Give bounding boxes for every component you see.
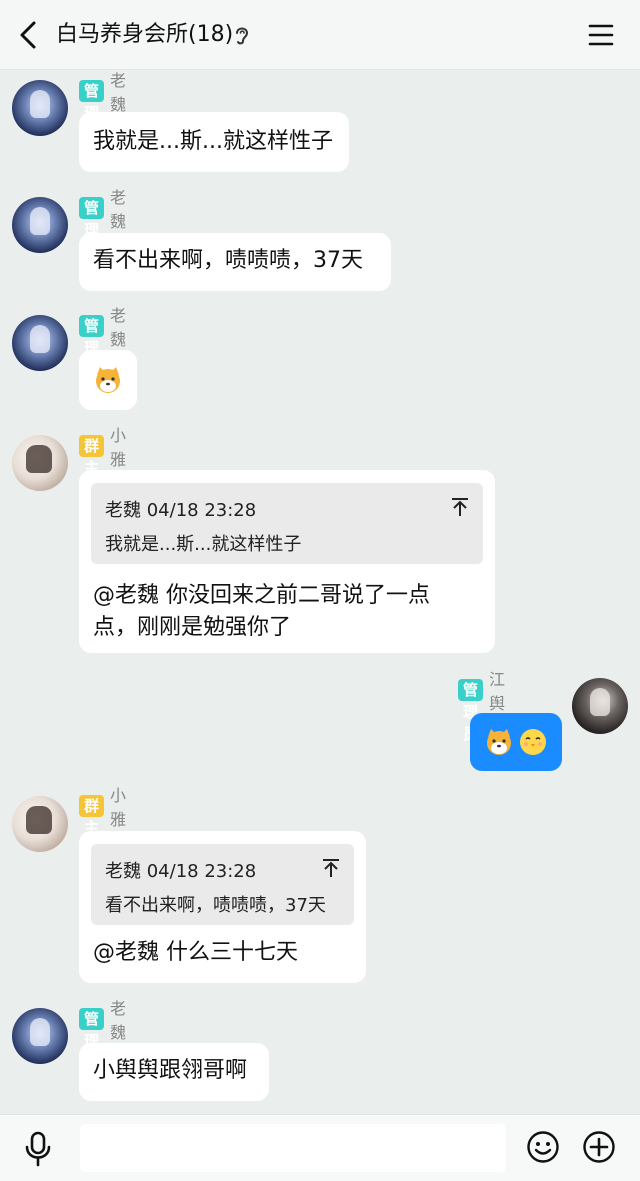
message-bubble[interactable]: 小舆舆跟翎哥啊 xyxy=(79,1043,269,1101)
chick-emoji-icon xyxy=(520,729,546,755)
avatar[interactable] xyxy=(12,796,68,852)
avatar[interactable] xyxy=(12,1008,68,1064)
jump-to-original-icon[interactable] xyxy=(451,497,469,517)
owner-badge: 群主 xyxy=(79,435,105,477)
jump-to-original-icon[interactable] xyxy=(322,858,340,878)
sender-row: 管理员 老魏 xyxy=(79,71,126,144)
avatar[interactable] xyxy=(12,80,68,136)
quote-text: 看不出来啊，啧啧啧，37天 xyxy=(105,895,326,916)
admin-badge: 管理员 xyxy=(79,1008,105,1072)
sender-name[interactable]: 老魏 xyxy=(110,995,126,1043)
sender-row: 群主 小雅 xyxy=(79,786,126,837)
sender-row: 管理员 老魏 xyxy=(79,999,126,1072)
message-bubble[interactable] xyxy=(79,350,137,410)
quote-header: 老魏 04/18 23:28 xyxy=(105,500,257,521)
sender-row: 管理员 老魏 xyxy=(79,188,126,261)
message-text: 小舆舆跟翎哥啊 xyxy=(93,1058,248,1083)
menu-icon[interactable] xyxy=(588,22,614,48)
sender-name[interactable]: 江舆 xyxy=(489,666,505,714)
message-line: 点，刚刚是勉强你了 xyxy=(93,615,292,640)
group-title[interactable]: 白马养身会所(18) xyxy=(56,18,233,52)
message-line: @老魏 你没回来之前二哥说了一点 xyxy=(93,583,430,608)
message-line: @老魏 什么三十七天 xyxy=(93,940,298,965)
avatar[interactable] xyxy=(12,197,68,253)
message-bubble[interactable]: 老魏 04/18 23:28 看不出来啊，啧啧啧，37天 @老魏 什么三十七天 xyxy=(79,831,366,983)
quoted-message[interactable]: 老魏 04/18 23:28 我就是...斯...就这样性子 xyxy=(91,483,483,564)
admin-badge: 管理员 xyxy=(458,679,484,743)
microphone-icon[interactable] xyxy=(22,1131,54,1167)
message-text: 看不出来啊，啧啧啧，37天 xyxy=(93,248,363,273)
avatar[interactable] xyxy=(12,435,68,491)
message-text: 我就是...斯...就这样性子 xyxy=(93,129,333,154)
message-bubble[interactable]: 我就是...斯...就这样性子 xyxy=(79,112,349,172)
message-input[interactable] xyxy=(80,1124,506,1172)
message-bubble[interactable] xyxy=(470,713,562,771)
sender-name[interactable]: 老魏 xyxy=(110,302,126,350)
sender-name[interactable]: 小雅 xyxy=(110,782,126,830)
admin-badge: 管理员 xyxy=(79,315,105,379)
sender-row: 管理员 老魏 xyxy=(79,306,126,379)
admin-badge: 管理员 xyxy=(79,80,105,144)
plus-circle-icon[interactable] xyxy=(582,1130,616,1164)
message-bubble[interactable]: 老魏 04/18 23:28 我就是...斯...就这样性子 @老魏 你没回来之… xyxy=(79,470,495,653)
sender-name[interactable]: 老魏 xyxy=(110,184,126,232)
shiba-dog-emoji-icon xyxy=(96,367,120,393)
sender-row: 管理员 江舆 xyxy=(458,670,505,743)
avatar[interactable] xyxy=(12,315,68,371)
shiba-dog-emoji-icon xyxy=(487,729,511,755)
avatar[interactable] xyxy=(572,678,628,734)
sender-row: 群主 小雅 xyxy=(79,426,126,477)
message-bubble[interactable]: 看不出来啊，啧啧啧，37天 xyxy=(79,233,391,291)
chat-header: 白马养身会所(18) xyxy=(0,0,640,70)
sender-name[interactable]: 老魏 xyxy=(110,67,126,115)
message-text: @老魏 你没回来之前二哥说了一点 点，刚刚是勉强你了 xyxy=(93,580,430,644)
quoted-message[interactable]: 老魏 04/18 23:28 看不出来啊，啧啧啧，37天 xyxy=(91,844,354,925)
ear-icon[interactable] xyxy=(232,24,252,46)
quote-text: 我就是...斯...就这样性子 xyxy=(105,534,302,555)
chat-message-list[interactable]: 管理员 老魏 我就是...斯...就这样性子 管理员 老魏 看不出来啊，啧啧啧，… xyxy=(0,70,640,1114)
owner-badge: 群主 xyxy=(79,795,105,837)
sender-name[interactable]: 小雅 xyxy=(110,422,126,470)
composer-bar xyxy=(0,1114,640,1181)
back-chevron-icon[interactable] xyxy=(14,19,42,51)
message-text: @老魏 什么三十七天 xyxy=(93,937,298,969)
admin-badge: 管理员 xyxy=(79,197,105,261)
quote-header: 老魏 04/18 23:28 xyxy=(105,861,257,882)
smiley-icon[interactable] xyxy=(526,1130,560,1164)
